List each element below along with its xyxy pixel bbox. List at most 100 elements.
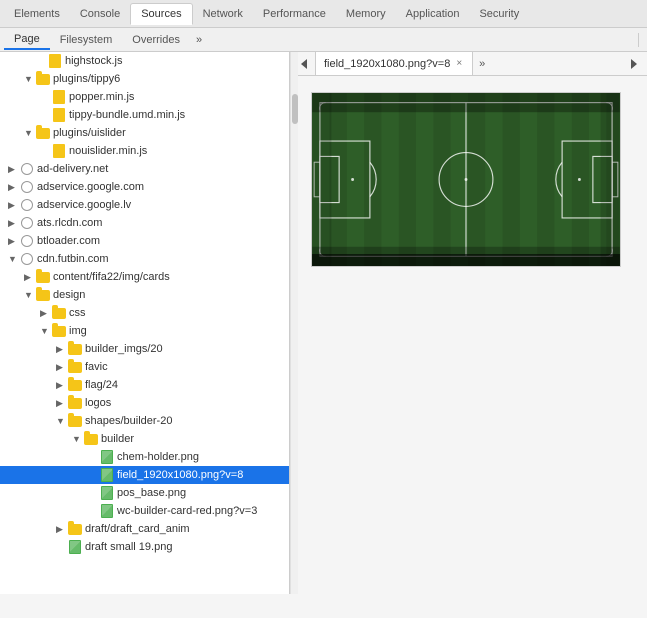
file-img-icon [100, 504, 114, 518]
top-tab-bar: Elements Console Sources Network Perform… [0, 0, 647, 28]
tree-item-uislider[interactable]: ▼ plugins/uislider [0, 124, 289, 142]
tree-item-chem-holder[interactable]: chem-holder.png [0, 448, 289, 466]
tree-item-draft-anim[interactable]: ▶ draft/draft_card_anim [0, 520, 289, 538]
image-preview-panel [295, 76, 647, 594]
tree-item-cdn-futbin[interactable]: ▼ cdn.futbin.com [0, 250, 289, 268]
tab-console[interactable]: Console [70, 4, 130, 24]
tab-security[interactable]: Security [469, 4, 529, 24]
right-panel: field_1920x1080.png?v=8 × » [295, 52, 647, 594]
tab-page[interactable]: Page [4, 30, 50, 50]
folder-icon [68, 360, 82, 374]
sub-tab-more[interactable]: » [190, 31, 208, 49]
tree-item-img[interactable]: ▼ img [0, 322, 289, 340]
tab-performance[interactable]: Performance [253, 4, 336, 24]
main-layout: highstock.js ▼ plugins/tippy6 popper.min… [0, 52, 647, 594]
tree-item-flag[interactable]: ▶ flag/24 [0, 376, 289, 394]
tree-item-design[interactable]: ▼ design [0, 286, 289, 304]
file-tab-name: field_1920x1080.png?v=8 [324, 58, 450, 70]
folder-icon [84, 432, 98, 446]
folder-icon [68, 522, 82, 536]
file-js-icon [52, 108, 66, 122]
arrow-icon: ▶ [40, 308, 52, 319]
arrow-icon: ▶ [56, 344, 68, 355]
tree-item-adservice-com[interactable]: ▶ adservice.google.com [0, 178, 289, 196]
tree-item-popper[interactable]: popper.min.js [0, 88, 289, 106]
folder-icon [36, 126, 50, 140]
tree-item-draft-small[interactable]: draft small 19.png [0, 538, 289, 556]
folder-icon [68, 396, 82, 410]
file-img-icon [100, 486, 114, 500]
soccer-field-svg [312, 93, 620, 266]
domain-icon [20, 252, 34, 266]
tree-item-cards[interactable]: ▶ content/fifa22/img/cards [0, 268, 289, 286]
arrow-icon: ▼ [56, 416, 68, 426]
domain-icon [20, 198, 34, 212]
tree-item-tippy6[interactable]: ▼ plugins/tippy6 [0, 70, 289, 88]
folder-icon [68, 414, 82, 428]
tab-application[interactable]: Application [396, 4, 470, 24]
arrow-icon: ▼ [40, 326, 52, 336]
sub-tab-bar: Page Filesystem Overrides » [0, 28, 647, 52]
tab-more-button[interactable]: » [473, 55, 491, 73]
tree-item-nouislider[interactable]: nouislider.min.js [0, 142, 289, 160]
tab-arrow-left[interactable] [295, 52, 316, 75]
tree-item-pos-base[interactable]: pos_base.png [0, 484, 289, 502]
arrow-icon: ▶ [56, 362, 68, 373]
tree-item-wc-builder[interactable]: wc-builder-card-red.png?v=3 [0, 502, 289, 520]
arrow-icon: ▶ [56, 524, 68, 535]
tree-item-logos[interactable]: ▶ logos [0, 394, 289, 412]
tab-network[interactable]: Network [193, 4, 253, 24]
file-tab-bar: field_1920x1080.png?v=8 × » [295, 52, 647, 76]
folder-icon [52, 306, 66, 320]
folder-icon [36, 288, 50, 302]
scrollbar-thumb [292, 94, 298, 124]
image-bottom-bar [312, 254, 620, 266]
tree-item-builder-imgs[interactable]: ▶ builder_imgs/20 [0, 340, 289, 358]
file-tab-field[interactable]: field_1920x1080.png?v=8 × [316, 52, 473, 75]
domain-icon [20, 162, 34, 176]
folder-icon [36, 72, 50, 86]
arrow-icon: ▶ [24, 272, 36, 283]
tree-item-highstock[interactable]: highstock.js [0, 52, 289, 70]
tab-elements[interactable]: Elements [4, 4, 70, 24]
file-tab-close-button[interactable]: × [454, 57, 464, 70]
tree-item-btloader[interactable]: ▶ btloader.com [0, 232, 289, 250]
tree-item-adservice-lv[interactable]: ▶ adservice.google.lv [0, 196, 289, 214]
file-js-icon [48, 54, 62, 68]
arrow-icon: ▼ [72, 434, 84, 444]
tree-item-field[interactable]: field_1920x1080.png?v=8 [0, 466, 289, 484]
arrow-icon: ▶ [8, 200, 20, 211]
folder-icon [36, 270, 50, 284]
file-img-icon [100, 468, 114, 482]
file-js-icon [52, 90, 66, 104]
folder-icon [68, 342, 82, 356]
arrow-icon: ▶ [8, 236, 20, 247]
file-js-icon [52, 144, 66, 158]
tree-scrollbar[interactable] [290, 52, 298, 594]
tab-right-arrow[interactable] [623, 56, 647, 72]
tab-memory[interactable]: Memory [336, 4, 396, 24]
domain-icon [20, 180, 34, 194]
tree-item-shapes[interactable]: ▼ shapes/builder-20 [0, 412, 289, 430]
tree-item-builder-folder[interactable]: ▼ builder [0, 430, 289, 448]
arrow-icon: ▼ [8, 254, 20, 264]
tab-sources[interactable]: Sources [130, 3, 192, 25]
tree-item-tippy-bundle[interactable]: tippy-bundle.umd.min.js [0, 106, 289, 124]
file-tree: highstock.js ▼ plugins/tippy6 popper.min… [0, 52, 290, 594]
preview-image-container [311, 92, 621, 267]
tab-filesystem[interactable]: Filesystem [50, 31, 123, 49]
folder-icon [52, 324, 66, 338]
arrow-icon: ▶ [56, 380, 68, 391]
arrow-icon: ▶ [8, 182, 20, 193]
tree-item-css[interactable]: ▶ css [0, 304, 289, 322]
file-img-icon [100, 450, 114, 464]
tree-item-favic[interactable]: ▶ favic [0, 358, 289, 376]
arrow-icon: ▼ [24, 128, 36, 138]
domain-icon [20, 216, 34, 230]
arrow-icon: ▶ [8, 164, 20, 175]
file-img-icon [68, 540, 82, 554]
folder-icon [68, 378, 82, 392]
tab-overrides[interactable]: Overrides [122, 31, 190, 49]
tree-item-ad-delivery[interactable]: ▶ ad-delivery.net [0, 160, 289, 178]
tree-item-ats-rlcdn[interactable]: ▶ ats.rlcdn.com [0, 214, 289, 232]
